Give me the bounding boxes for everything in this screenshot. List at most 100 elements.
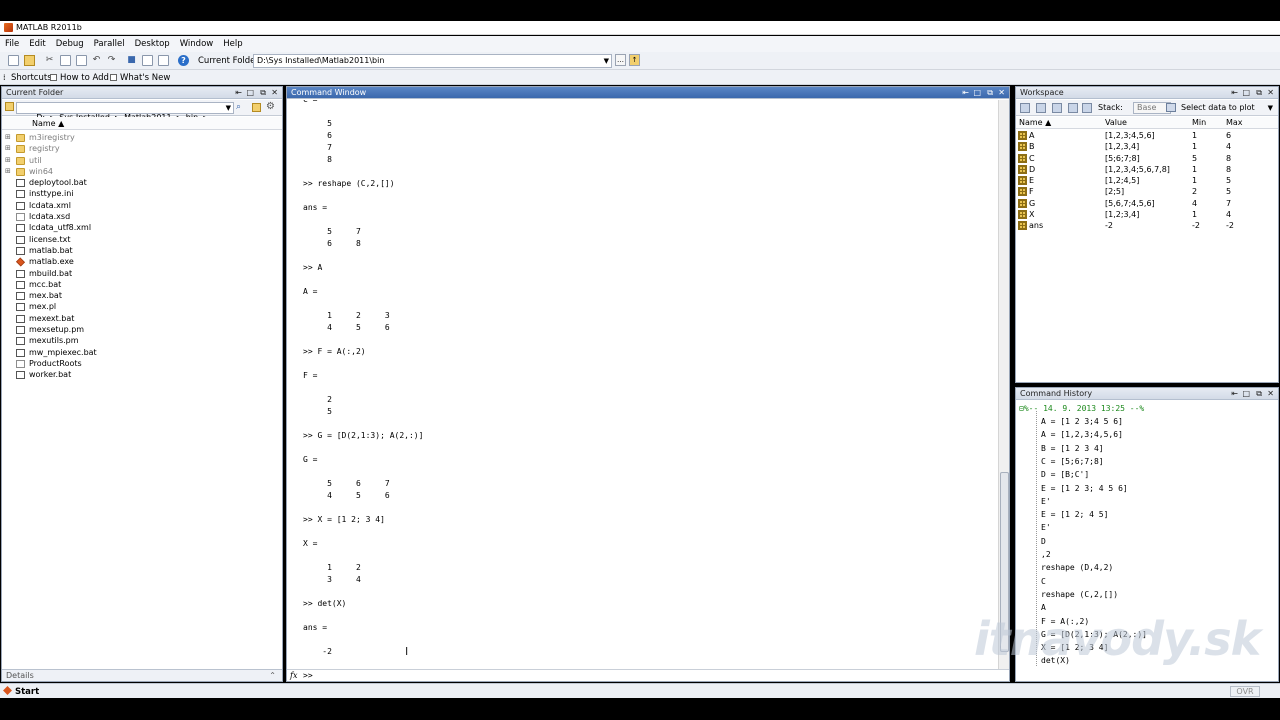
expand-icon[interactable]: ⊞ [5,155,11,166]
file-item[interactable]: license.txt [2,234,282,245]
chevron-up-icon[interactable]: ⌃ [269,670,276,682]
help-icon[interactable]: ? [178,55,189,66]
search-icon[interactable]: ⌕ [236,102,241,112]
menu-desktop[interactable]: Desktop [130,36,175,52]
profiler-icon[interactable] [158,55,169,66]
file-item[interactable]: lcdata.xsd [2,211,282,222]
undock-icon[interactable]: ⧉ [1256,87,1262,99]
file-item[interactable]: ⊞ win64 [2,166,282,177]
file-item[interactable]: insttype.ini [2,188,282,199]
variable-row[interactable]: C [5;6;7;8] 5 8 [1016,153,1278,164]
chevron-down-icon[interactable]: ▼ [1268,102,1273,114]
variable-row[interactable]: F [2;5] 2 5 [1016,186,1278,197]
import-data-icon[interactable] [1052,103,1062,113]
file-item[interactable]: mexext.bat [2,313,282,324]
up-folder-icon[interactable] [252,103,261,112]
actions-icon[interactable]: ⇤ [1231,388,1238,400]
history-item[interactable]: ,2 [1041,550,1051,560]
max-column[interactable]: Max [1226,117,1243,129]
value-column[interactable]: Value [1105,117,1127,129]
expand-icon[interactable]: ⊞ [5,143,11,154]
undock-icon[interactable]: ⧉ [987,87,993,99]
file-item[interactable]: ⊞ registry [2,143,282,154]
history-item[interactable]: B = [1 2 3 4] [1041,444,1104,454]
maximize-icon[interactable]: □ [973,87,981,99]
command-output[interactable]: C = 5 6 7 8>> reshape (C,2,[])ans = 5 7 … [287,100,997,669]
chevron-down-icon[interactable]: ▼ [604,55,609,67]
history-item[interactable]: reshape (D,4,2) [1041,563,1113,573]
history-item[interactable]: D = [B;C'] [1041,470,1089,480]
file-item[interactable]: mexutils.pm [2,335,282,346]
file-item[interactable]: worker.bat [2,369,282,380]
undo-icon[interactable]: ↶ [91,55,102,66]
function-browser-icon[interactable]: fx [290,670,297,681]
history-item[interactable]: E' [1041,523,1051,533]
file-item[interactable]: matlab.exe [2,256,282,267]
how-to-add-link[interactable]: How to Add [60,73,109,83]
details-bar[interactable]: Details ⌃ [2,669,282,681]
history-item[interactable]: D [1041,537,1046,547]
browse-folder-button[interactable]: … [615,54,626,66]
redo-icon[interactable]: ↷ [106,55,117,66]
menu-help[interactable]: Help [218,36,247,52]
variable-row[interactable]: ans -2 -2 -2 [1016,220,1278,231]
history-session-header[interactable]: ⊟%-- 14. 9. 2013 13:25 --% [1019,404,1144,414]
current-folder-input[interactable]: D:\Sys Installed\Matlab2011\bin ▼ [253,54,612,68]
name-column[interactable]: Name ▲ [1019,117,1051,129]
history-item[interactable]: C = [5;6;7;8] [1041,457,1104,467]
file-item[interactable]: mex.pl [2,301,282,312]
maximize-icon[interactable]: □ [1242,388,1250,400]
history-item[interactable]: A = [1,2,3;4,5,6] [1041,430,1123,440]
menu-parallel[interactable]: Parallel [89,36,130,52]
close-icon[interactable]: ✕ [1267,87,1274,99]
menu-edit[interactable]: Edit [24,36,50,52]
simulink-icon[interactable]: ■ [126,55,137,66]
undock-icon[interactable]: ⧉ [1256,388,1262,400]
folder-column-header[interactable]: Name ▲ [2,117,282,130]
file-item[interactable]: ⊞ m3iregistry [2,132,282,143]
history-item[interactable]: reshape (C,2,[]) [1041,590,1118,600]
maximize-icon[interactable]: □ [1242,87,1250,99]
history-item[interactable]: E = [1 2 3; 4 5 6] [1041,484,1128,494]
variable-row[interactable]: X [1,2;3,4] 1 4 [1016,209,1278,220]
select-plot-button[interactable]: Select data to plot ▼ [1163,102,1273,114]
new-variable-icon[interactable] [1020,103,1030,113]
file-item[interactable]: lcdata.xml [2,200,282,211]
name-column[interactable]: Name ▲ [32,119,64,128]
whats-new-link[interactable]: What's New [120,73,170,83]
variable-row[interactable]: E [1,2;4,5] 1 5 [1016,175,1278,186]
cut-icon[interactable]: ✂ [44,55,55,66]
shortcuts-label[interactable]: Shortcuts [11,73,52,83]
close-icon[interactable]: ✕ [998,87,1005,99]
guide-icon[interactable] [142,55,153,66]
file-item[interactable]: lcdata_utf8.xml [2,222,282,233]
history-item[interactable]: E' [1041,497,1051,507]
history-item[interactable]: C [1041,577,1046,587]
up-folder-button[interactable]: ↑ [629,54,640,66]
new-file-icon[interactable] [8,55,19,66]
delete-icon[interactable] [1082,103,1092,113]
file-item[interactable]: matlab.bat [2,245,282,256]
command-input[interactable]: fx >> [287,669,1009,681]
expand-icon[interactable]: ⊞ [5,132,11,143]
file-item[interactable]: mexsetup.pm [2,324,282,335]
open-variable-icon[interactable] [1036,103,1046,113]
history-item[interactable]: A = [1 2 3;4 5 6] [1041,417,1123,427]
actions-icon[interactable]: ⇤ [235,87,242,99]
paste-icon[interactable] [76,55,87,66]
file-item[interactable]: ProductRoots [2,358,282,369]
folder-path-input[interactable]: D: ▸ Sys Installed ▸ Matlab2011 ▸ bin ▸ … [16,102,234,122]
maximize-icon[interactable]: □ [246,87,254,99]
file-item[interactable]: mex.bat [2,290,282,301]
gear-icon[interactable]: ⚙ [266,101,275,112]
close-icon[interactable]: ✕ [271,87,278,99]
start-button[interactable]: Start [3,686,39,697]
menu-debug[interactable]: Debug [51,36,89,52]
actions-icon[interactable]: ⇤ [1231,87,1238,99]
close-icon[interactable]: ✕ [1267,388,1274,400]
menu-window[interactable]: Window [175,36,219,52]
chevron-down-icon[interactable]: ▼ [226,103,231,113]
variable-row[interactable]: D [1,2,3,4;5,6,7,8] 1 8 [1016,164,1278,175]
file-item[interactable]: mbuild.bat [2,268,282,279]
variable-row[interactable]: B [1,2,3,4] 1 4 [1016,141,1278,152]
